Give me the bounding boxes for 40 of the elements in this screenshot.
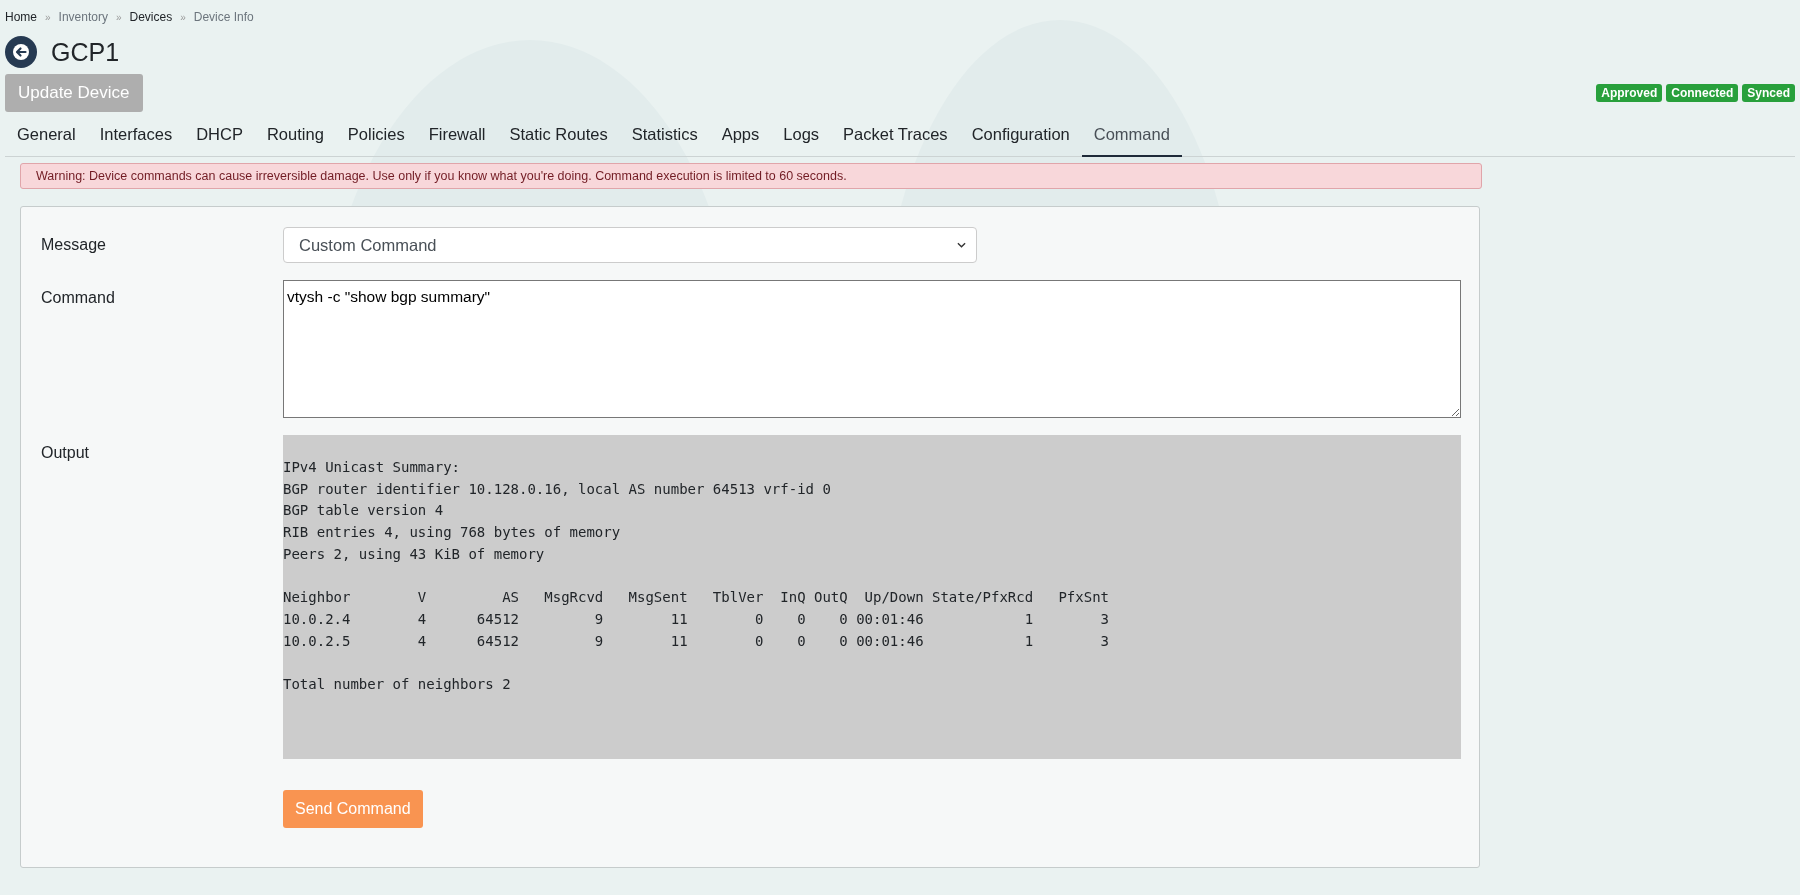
breadcrumb-separator: » (115, 11, 122, 23)
breadcrumb-link[interactable]: Device Info (193, 10, 254, 24)
status-badge: Approved (1596, 84, 1663, 102)
status-badge: Synced (1742, 84, 1795, 102)
tab[interactable]: DHCP (184, 116, 255, 156)
tab[interactable]: Interfaces (87, 116, 185, 156)
breadcrumb-separator: » (45, 11, 51, 23)
tab[interactable]: Logs (771, 116, 832, 156)
warning-alert: Warning: Device commands can cause irreversible damage. Use only if you know what you're doing. Command execution is limited to 60 seconds. (20, 163, 1482, 189)
tab[interactable]: Packet Traces (831, 116, 960, 156)
breadcrumb-separator: » (180, 11, 186, 23)
tab[interactable]: Command (1081, 116, 1182, 157)
output-line: Peers 2, using 43 KiB of memory (283, 544, 546, 564)
command-label: Command (40, 288, 116, 308)
output-line: Total number of neighbors 2 (283, 675, 512, 694)
tab[interactable]: Routing (254, 116, 336, 156)
output-line: 10.0.2.5 4 64512 9 11 0 0 0 00:01:46 1 3 (283, 631, 1110, 651)
tab[interactable]: Apps (709, 116, 772, 156)
output-line: BGP table version 4 (283, 501, 445, 521)
tab[interactable]: Statistics (619, 116, 710, 156)
device-title: GCP1 (51, 37, 120, 67)
tab[interactable]: Static Routes (497, 116, 620, 156)
output-label: Output (40, 443, 91, 463)
output-line: Neighbor V AS MsgRcvd MsgSent TblVer InQ OutQ Up/Down State/PfxRcd PfxSnt (283, 588, 1110, 608)
status-badge: Connected (1666, 84, 1739, 102)
tab[interactable]: Policies (335, 116, 417, 156)
chevron-down-icon (957, 242, 966, 248)
breadcrumb-link[interactable]: Home (5, 10, 37, 24)
breadcrumb-link[interactable]: Devices (129, 10, 173, 24)
tab[interactable]: General (5, 116, 88, 156)
breadcrumb-link[interactable]: Inventory (58, 10, 108, 24)
tab[interactable]: Configuration (959, 116, 1082, 156)
output-line: RIB entries 4, using 768 bytes of memory (283, 523, 622, 543)
command-input-field[interactable]: vtysh -c "show bgp summary" (283, 280, 1461, 418)
output-line: 10.0.2.4 4 64512 9 11 0 0 0 00:01:46 1 3 (283, 609, 1110, 629)
message-select[interactable]: Custom Command (283, 227, 977, 263)
output-line: BGP router identifier 10.128.0.16, local AS number 64513 vrf-id 0 (283, 479, 832, 499)
output-line: IPv4 Unicast Summary: (283, 458, 461, 477)
tab[interactable]: Firewall (416, 116, 498, 156)
message-label: Message (40, 235, 107, 255)
